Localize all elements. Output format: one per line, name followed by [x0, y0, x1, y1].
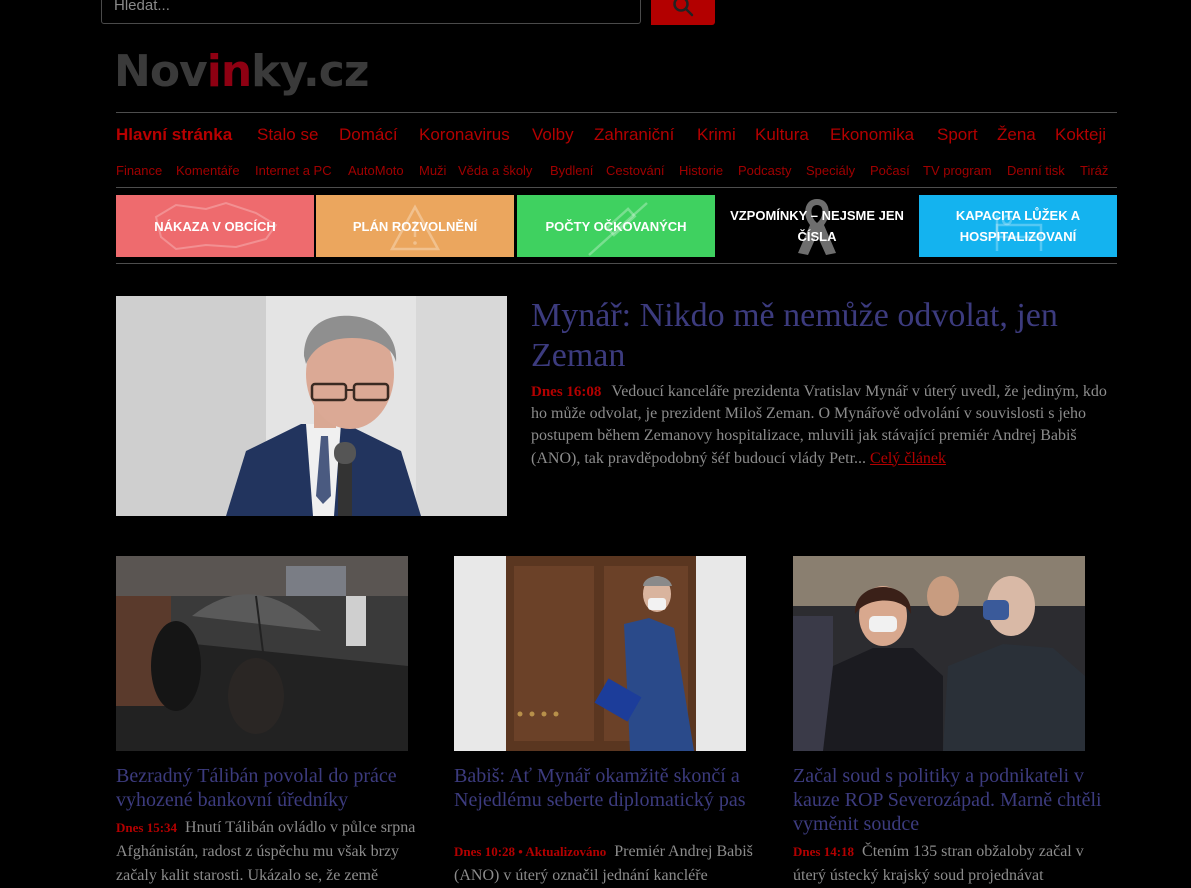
- subnav-item-pocasi[interactable]: Počasí: [870, 162, 910, 180]
- article-time: Dnes 15:34: [116, 820, 178, 835]
- subnav-item-tv-program[interactable]: TV program: [923, 162, 992, 180]
- nav-item-krimi[interactable]: Krimi: [697, 124, 736, 146]
- main-navigation: Hlavní stránka Stalo se Domácí Koronavir…: [116, 124, 1126, 146]
- nav-item-kokteji[interactable]: Kokteji: [1055, 124, 1106, 146]
- logo-text-highlight: in: [206, 46, 252, 97]
- subnav-item-specialy[interactable]: Speciály: [806, 162, 855, 180]
- banner-plan-rozvolneni[interactable]: PLÁN ROZVOLNĚNÍ: [316, 195, 514, 257]
- subnav-item-veda-a-skoly[interactable]: Věda a školy: [458, 162, 532, 180]
- subnav-item-finance[interactable]: Finance: [116, 162, 162, 180]
- banner-label: PLÁN ROZVOLNĚNÍ: [352, 218, 478, 234]
- article-perex: Dnes 10:28 • Aktualizováno Premiér Andrej…: [454, 840, 774, 888]
- lead-article-text: Vedoucí kanceláře prezidenta Vratislav M…: [531, 383, 1107, 467]
- subnav-item-historie[interactable]: Historie: [679, 162, 723, 180]
- article-perex: Dnes 14:18 Čtením 135 stran obžaloby zača…: [793, 840, 1113, 888]
- nav-item-koronavirus[interactable]: Koronavirus: [419, 124, 510, 146]
- divider: [116, 112, 1117, 113]
- article-time: Dnes 14:18: [793, 844, 855, 859]
- nav-item-ekonomika[interactable]: Ekonomika: [830, 124, 914, 146]
- banner-label: POČTY OČKOVANÝCH: [545, 218, 687, 234]
- banner-label: VZPOMÍNKY – NEJSME JEN ČÍSLA: [730, 208, 904, 244]
- subnav-item-komentare[interactable]: Komentáře: [176, 162, 240, 180]
- subnav-item-bydleni[interactable]: Bydlení: [550, 162, 593, 180]
- sub-navigation: Finance Komentáře Internet a PC AutoMoto…: [116, 162, 1126, 180]
- article-time: Dnes 10:28 • Aktualizováno: [454, 844, 607, 859]
- divider: [116, 187, 1117, 188]
- lead-article-time: Dnes 16:08: [531, 384, 602, 400]
- nav-item-zena[interactable]: Žena: [997, 124, 1036, 146]
- site-logo[interactable]: Novinky.cz: [114, 44, 369, 100]
- subnav-item-automoto[interactable]: AutoMoto: [348, 162, 404, 180]
- subnav-item-podcasty[interactable]: Podcasty: [738, 162, 791, 180]
- subnav-item-internet-a-pc[interactable]: Internet a PC: [255, 162, 332, 180]
- subnav-item-cestovani[interactable]: Cestování: [606, 162, 665, 180]
- article-title[interactable]: Začal soud s politiky a podnikateli v ka…: [793, 764, 1113, 836]
- article-photo-taliban[interactable]: [116, 556, 408, 751]
- nav-item-hlavni-stranka[interactable]: Hlavní stránka: [116, 124, 232, 146]
- article-perex: Dnes 15:34 Hnutí Tálibán ovládlo v půlce …: [116, 816, 436, 888]
- banner-kapacita-luzek[interactable]: KAPACITA LŮŽEK A HOSPITALIZOVANÍ: [919, 195, 1117, 257]
- divider: [116, 263, 1117, 264]
- article-title[interactable]: Bezradný Tálibán povolal do práce vyhoze…: [116, 764, 436, 812]
- article-title[interactable]: Babiš: Ať Mynář okamžitě skončí a Nejedl…: [454, 764, 774, 812]
- nav-item-stalo-se[interactable]: Stalo se: [257, 124, 318, 146]
- banner-nakaza-v-obcich[interactable]: NÁKAZA V OBCÍCH: [116, 195, 314, 257]
- lead-article-perex: Dnes 16:08 Vedoucí kanceláře prezidenta V…: [531, 381, 1121, 470]
- banner-vzpominky[interactable]: VZPOMÍNKY – NEJSME JEN ČÍSLA: [718, 195, 916, 257]
- nav-item-sport[interactable]: Sport: [937, 124, 978, 146]
- banner-label: KAPACITA LŮŽEK A HOSPITALIZOVANÍ: [955, 208, 1081, 244]
- lead-article-title[interactable]: Mynář: Nikdo mě nemůže odvolat, jen Zema…: [531, 296, 1121, 376]
- logo-text-part: Nov: [114, 46, 208, 97]
- nav-item-domaci[interactable]: Domácí: [339, 124, 398, 146]
- article-photo-rop[interactable]: [793, 556, 1085, 751]
- subnav-item-muzi[interactable]: Muži: [419, 162, 446, 180]
- search-button[interactable]: [651, 0, 715, 25]
- subnav-item-denni-tisk[interactable]: Denní tisk: [1007, 162, 1065, 180]
- nav-item-kultura[interactable]: Kultura: [755, 124, 809, 146]
- read-more-link[interactable]: Celý článek: [870, 450, 946, 467]
- banner-pocty-ockovanych[interactable]: POČTY OČKOVANÝCH: [517, 195, 715, 257]
- article-photo-babis[interactable]: [454, 556, 746, 751]
- lead-article-photo[interactable]: [116, 296, 507, 516]
- nav-item-volby[interactable]: Volby: [532, 124, 574, 146]
- logo-text-part: ky.cz: [251, 46, 369, 97]
- banner-label: NÁKAZA V OBCÍCH: [154, 218, 276, 234]
- search-icon: [673, 0, 694, 16]
- subnav-item-tiraz[interactable]: Tiráž: [1080, 162, 1108, 180]
- search-input[interactable]: [101, 0, 641, 24]
- nav-item-zahranicni[interactable]: Zahraniční: [594, 124, 674, 146]
